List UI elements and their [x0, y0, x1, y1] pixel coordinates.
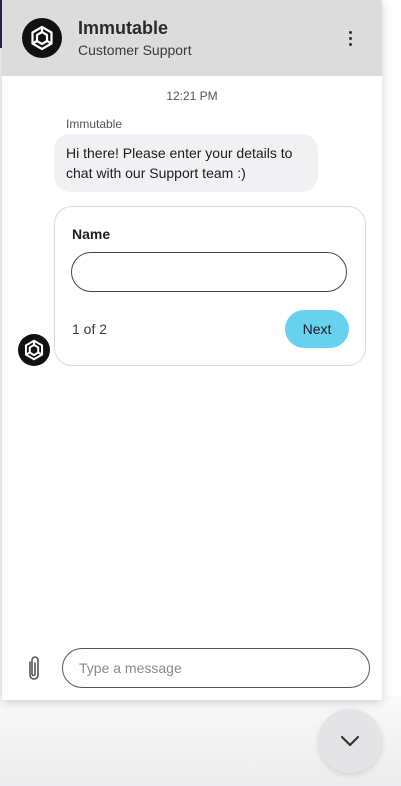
form-step-indicator: 1 of 2: [72, 321, 108, 337]
message-sender: Immutable: [66, 117, 123, 131]
message-timestamp: 12:21 PM: [166, 89, 218, 103]
page-background-edge: [380, 0, 401, 786]
chat-widget: Immutable Customer Support 12:21 PM Immu…: [2, 0, 382, 700]
chevron-down-icon[interactable]: [318, 709, 382, 773]
details-form-card: Name 1 of 2 Next: [54, 206, 366, 366]
chat-header: Immutable Customer Support: [2, 0, 382, 76]
chat-subtitle: Customer Support: [78, 42, 192, 58]
message-input[interactable]: [62, 648, 370, 688]
name-field[interactable]: [71, 252, 347, 292]
bot-avatar-icon: [18, 334, 50, 366]
next-button[interactable]: Next: [285, 310, 349, 348]
kebab-menu-icon[interactable]: [338, 26, 362, 50]
immutable-logo-icon: [22, 18, 62, 58]
name-field-label: Name: [72, 226, 111, 242]
chat-title: Immutable: [78, 18, 169, 38]
paperclip-icon[interactable]: [22, 654, 46, 682]
message-bubble: Hi there! Please enter your details to c…: [54, 134, 318, 192]
